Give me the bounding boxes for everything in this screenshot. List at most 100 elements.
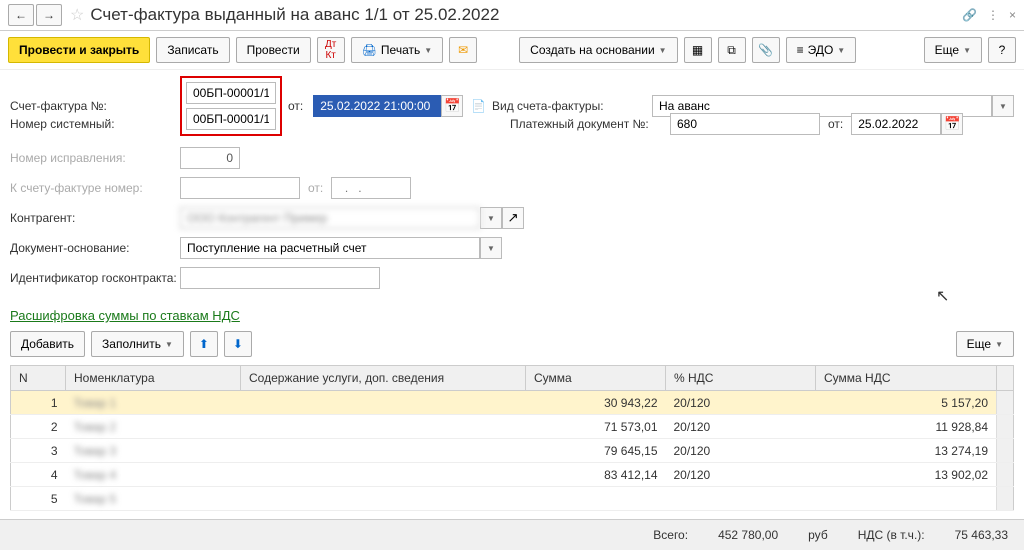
arrow-down-icon: ⬇	[233, 337, 243, 351]
open-button[interactable]: ↗	[502, 207, 524, 229]
calendar-icon: 📅	[444, 98, 461, 114]
payment-doc-date-input[interactable]	[851, 113, 941, 135]
cell-vatsum: 5 157,20	[816, 391, 997, 415]
move-up-button[interactable]: ⬆	[190, 331, 218, 357]
system-no-label: Номер системный:	[10, 117, 180, 131]
dropdown-button[interactable]: ▼	[992, 95, 1014, 117]
counterparty-input[interactable]	[180, 207, 480, 229]
payment-doc-label: Платежный документ №:	[510, 117, 670, 131]
cell-content	[241, 439, 526, 463]
scroll-cell	[997, 391, 1014, 415]
structure-button[interactable]: ⧉	[718, 37, 746, 63]
calendar-icon: 📅	[944, 116, 961, 132]
correction-no-label: Номер исправления:	[10, 151, 180, 165]
from-label-2: от:	[828, 117, 843, 131]
post-button[interactable]: Провести	[236, 37, 311, 63]
cell-vatsum: 13 902,02	[816, 463, 997, 487]
close-icon[interactable]: ×	[1009, 8, 1016, 22]
more-button[interactable]: Еще ▼	[924, 37, 982, 63]
forward-button[interactable]: →	[36, 4, 62, 26]
chevron-down-icon: ▼	[487, 214, 495, 223]
correction-no-input[interactable]	[180, 147, 240, 169]
datetime-input[interactable]	[313, 95, 441, 117]
cell-content	[241, 463, 526, 487]
col-vatsum-header[interactable]: Сумма НДС	[816, 366, 997, 391]
col-sum-header[interactable]: Сумма	[526, 366, 666, 391]
items-table: N Номенклатура Содержание услуги, доп. с…	[10, 365, 1014, 511]
fill-button[interactable]: Заполнить ▼	[91, 331, 184, 357]
report-button[interactable]: ▦	[684, 37, 712, 63]
payment-doc-no-input[interactable]	[670, 113, 820, 135]
table-more-button[interactable]: Еще ▼	[956, 331, 1014, 357]
scrollbar-header	[997, 366, 1014, 391]
printer-icon: 🖨	[362, 43, 377, 57]
cell-vat	[666, 487, 816, 511]
print-button[interactable]: 🖨 Печать ▼	[351, 37, 443, 63]
cell-vat: 20/120	[666, 391, 816, 415]
arrow-right-icon: →	[43, 8, 55, 22]
cell-n: 5	[11, 487, 66, 511]
chevron-down-icon: ▼	[487, 244, 495, 253]
contract-id-input[interactable]	[180, 267, 380, 289]
cell-n: 2	[11, 415, 66, 439]
table-row[interactable]: 5 Товар 5	[11, 487, 1014, 511]
open-icon: ↗	[507, 210, 518, 226]
chevron-down-icon: ▼	[424, 46, 432, 55]
col-nomenclature-header[interactable]: Номенклатура	[66, 366, 241, 391]
chevron-down-icon: ▼	[659, 46, 667, 55]
table-row[interactable]: 4 Товар 4 83 412,14 20/120 13 902,02	[11, 463, 1014, 487]
post-and-close-button[interactable]: Провести и закрыть	[8, 37, 150, 63]
link-icon[interactable]: 🔗	[962, 8, 977, 22]
dt-kt-icon: ДтКт	[325, 39, 336, 61]
help-button[interactable]: ?	[988, 37, 1016, 63]
calendar-button-2[interactable]: 📅	[941, 113, 963, 135]
vat-breakdown-section[interactable]: Расшифровка суммы по ставкам НДС	[10, 308, 1014, 323]
menu-icon[interactable]: ⋮	[987, 8, 999, 22]
cell-vatsum: 13 274,19	[816, 439, 997, 463]
invoice-no-input[interactable]	[186, 82, 276, 104]
to-invoice-date-input[interactable]	[331, 177, 411, 199]
status-icon[interactable]: 📄	[471, 99, 486, 113]
to-invoice-input[interactable]	[180, 177, 300, 199]
vat-total-value: 75 463,33	[955, 528, 1008, 542]
arrow-up-icon: ⬆	[199, 337, 209, 351]
window-header: ← → ☆ Счет-фактура выданный на аванс 1/1…	[0, 0, 1024, 31]
star-icon[interactable]: ☆	[70, 5, 84, 25]
basis-dropdown[interactable]: ▼	[480, 237, 502, 259]
col-vat-header[interactable]: % НДС	[666, 366, 816, 391]
calendar-button[interactable]: 📅	[441, 95, 463, 117]
back-button[interactable]: ←	[8, 4, 34, 26]
table-row[interactable]: 3 Товар 3 79 645,15 20/120 13 274,19	[11, 439, 1014, 463]
basis-label: Документ-основание:	[10, 241, 180, 255]
from-label-3: от:	[308, 181, 323, 195]
create-based-on-button[interactable]: Создать на основании ▼	[519, 37, 677, 63]
scroll-cell	[997, 415, 1014, 439]
edo-button[interactable]: ≡ ЭДО ▼	[786, 37, 857, 63]
col-n-header[interactable]: N	[11, 366, 66, 391]
cell-vat: 20/120	[666, 415, 816, 439]
cell-sum: 30 943,22	[526, 391, 666, 415]
email-button[interactable]: ✉	[449, 37, 477, 63]
add-button[interactable]: Добавить	[10, 331, 85, 357]
move-down-button[interactable]: ⬇	[224, 331, 252, 357]
table-row[interactable]: 1 Товар 1 30 943,22 20/120 5 157,20	[11, 391, 1014, 415]
envelope-icon: ✉	[458, 43, 468, 57]
main-toolbar: Провести и закрыть Записать Провести ДтК…	[0, 31, 1024, 70]
cell-nomenclature: Товар 2	[66, 415, 241, 439]
cell-content	[241, 391, 526, 415]
cell-content	[241, 415, 526, 439]
dropdown-btn[interactable]: ▼	[480, 207, 502, 229]
col-content-header[interactable]: Содержание услуги, доп. сведения	[241, 366, 526, 391]
debit-credit-button[interactable]: ДтКт	[317, 37, 345, 63]
table-row[interactable]: 2 Товар 2 71 573,01 20/120 11 928,84	[11, 415, 1014, 439]
tree-icon: ⧉	[727, 43, 736, 58]
arrow-left-icon: ←	[15, 8, 27, 22]
save-button[interactable]: Записать	[156, 37, 229, 63]
cell-nomenclature: Товар 5	[66, 487, 241, 511]
cell-nomenclature: Товар 1	[66, 391, 241, 415]
attachment-button[interactable]: 📎	[752, 37, 780, 63]
chevron-down-icon: ▼	[963, 46, 971, 55]
basis-input[interactable]	[180, 237, 480, 259]
counterparty-label: Контрагент:	[10, 211, 180, 225]
cell-n: 3	[11, 439, 66, 463]
